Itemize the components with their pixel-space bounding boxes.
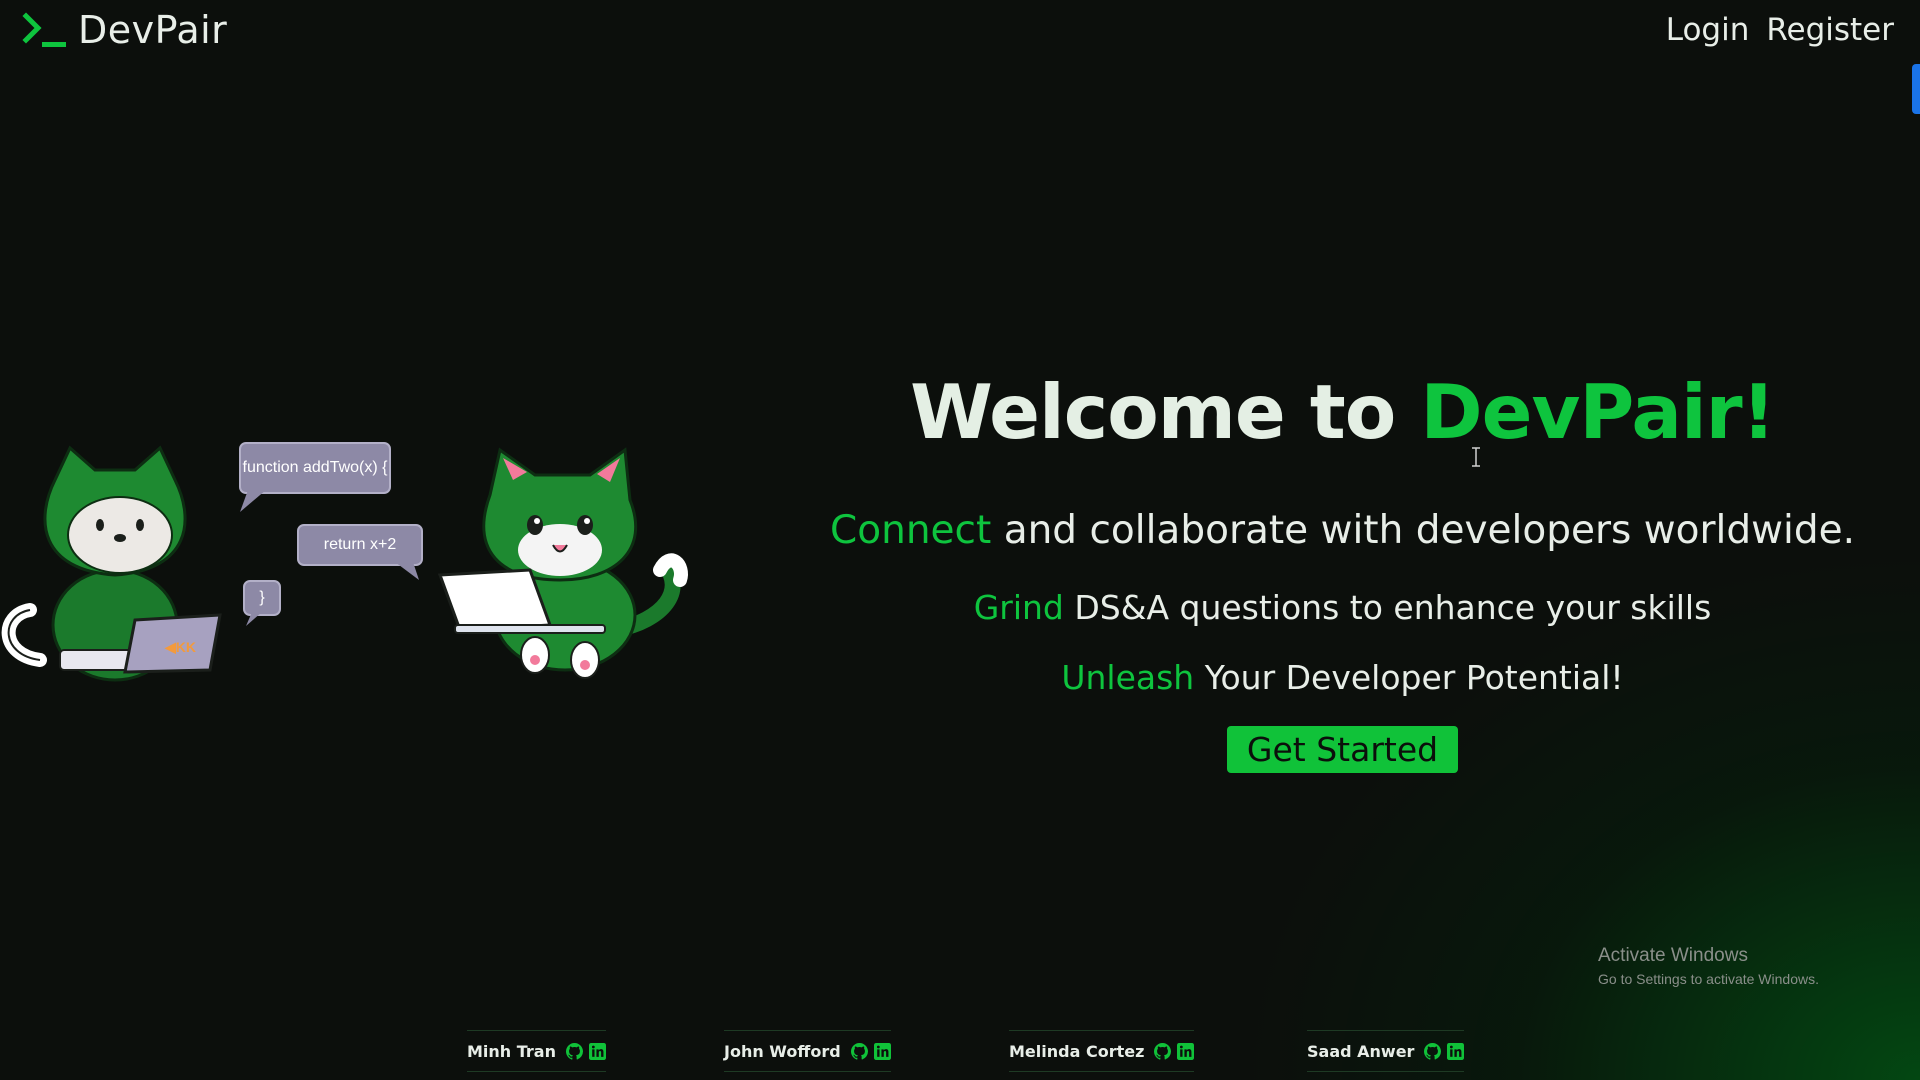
tagline-grind: Grind DS&A questions to enhance your ski… xyxy=(815,586,1870,630)
watermark-subtitle: Go to Settings to activate Windows. xyxy=(1598,971,1819,987)
hooded-cat-illustration: ◀KK xyxy=(1,445,222,682)
hero-section: Welcome to DevPair! Connect and collabor… xyxy=(815,360,1870,773)
github-icon[interactable] xyxy=(566,1042,583,1060)
code-bubble-2: return x+2 xyxy=(297,524,423,566)
github-icon[interactable] xyxy=(1424,1042,1442,1060)
github-icon[interactable] xyxy=(1154,1042,1172,1060)
tagline-unleash: Unleash Your Developer Potential! xyxy=(815,656,1870,700)
bubble-tail-icon xyxy=(395,562,419,580)
watermark-title: Activate Windows xyxy=(1598,945,1748,966)
login-link[interactable]: Login xyxy=(1666,12,1750,48)
title-brand: DevPair! xyxy=(1420,368,1775,456)
member-name: Saad Anwer xyxy=(1307,1041,1415,1061)
tagline-accent: Grind xyxy=(973,588,1064,627)
get-started-button[interactable]: Get Started xyxy=(1226,726,1459,773)
page-title: Welcome to DevPair! xyxy=(815,360,1870,464)
windows-activation-watermark: Activate Windows Go to Settings to activ… xyxy=(1598,945,1819,987)
tagline-text: Your Developer Potential! xyxy=(1204,658,1624,697)
team-member: Melinda Cortez xyxy=(1009,1030,1195,1072)
member-name: Minh Tran xyxy=(467,1041,556,1061)
code-bubble-3: } xyxy=(243,580,281,616)
team-member: Saad Anwer xyxy=(1307,1030,1465,1072)
header: DevPair Login Register xyxy=(0,0,1920,64)
github-icon[interactable] xyxy=(850,1042,868,1060)
linkedin-icon[interactable] xyxy=(589,1042,606,1060)
team-footer: Minh Tran John Wofford Melinda Cortez Sa… xyxy=(0,1030,1920,1080)
bubble-tail-icon xyxy=(246,612,262,626)
logo-text: DevPair xyxy=(78,8,228,52)
tagline-accent: Connect xyxy=(830,508,992,553)
bubble-tail-icon xyxy=(240,490,266,512)
green-cat-illustration xyxy=(437,447,688,679)
linkedin-icon[interactable] xyxy=(1177,1042,1195,1060)
title-prefix: Welcome to xyxy=(910,368,1396,456)
logo-link[interactable]: DevPair xyxy=(22,8,227,52)
tagline-text: DS&A questions to enhance your skills xyxy=(1074,588,1712,627)
cats-coding-illustration: ◀KK function addTwo(x) { return x+2 } xyxy=(0,420,700,700)
tagline-connect: Connect and collaborate with developers … xyxy=(815,506,1870,556)
member-name: Melinda Cortez xyxy=(1009,1041,1145,1061)
side-tab-handle[interactable] xyxy=(1912,64,1920,114)
tagline-text: and collaborate with developers worldwid… xyxy=(1003,508,1855,553)
team-member: Minh Tran xyxy=(467,1030,606,1072)
svg-text:◀KK: ◀KK xyxy=(164,639,196,655)
linkedin-icon[interactable] xyxy=(1447,1042,1465,1060)
linkedin-icon[interactable] xyxy=(873,1042,891,1060)
register-link[interactable]: Register xyxy=(1766,12,1894,48)
tagline-accent: Unleash xyxy=(1061,658,1195,697)
code-bubble-1: function addTwo(x) { xyxy=(239,442,391,494)
team-member: John Wofford xyxy=(724,1030,891,1072)
terminal-logo-icon xyxy=(22,12,66,47)
top-nav: Login Register xyxy=(1666,12,1894,48)
member-name: John Wofford xyxy=(724,1041,841,1061)
